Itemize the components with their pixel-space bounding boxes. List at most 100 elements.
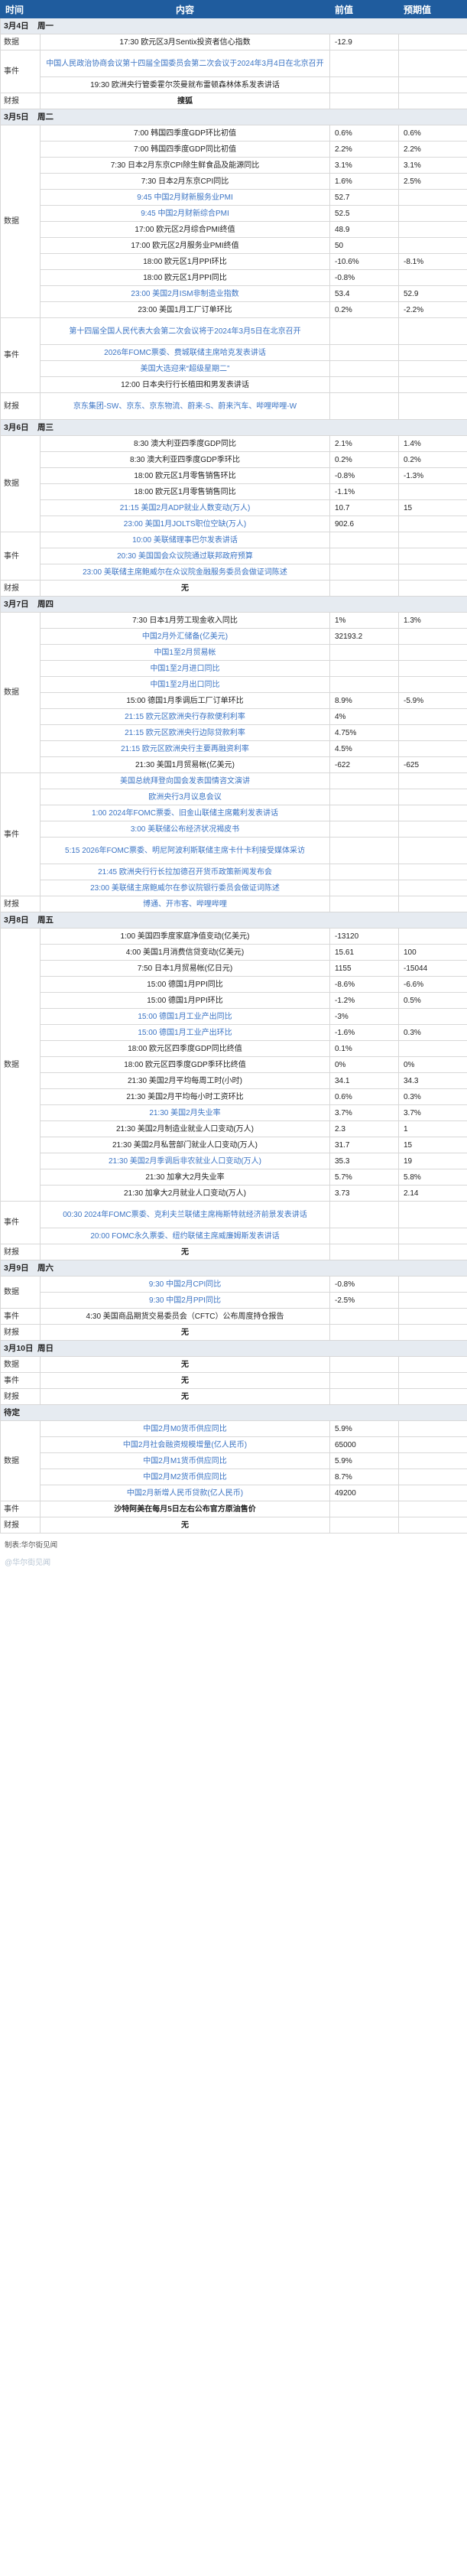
forecast-value: [398, 1517, 467, 1534]
forecast-value: [398, 1372, 467, 1389]
previous-value: 8.7%: [329, 1469, 399, 1485]
previous-value: 34.1: [329, 1072, 399, 1089]
forecast-value: [398, 344, 467, 361]
day-date: 3月5日: [4, 112, 29, 122]
event-text: 无: [40, 580, 330, 597]
calendar-row: 数据 1:00 美国四季度家庭净值变动(亿美元) -13120: [0, 928, 467, 1202]
category-label: 事件: [0, 532, 41, 581]
event-text: 无: [40, 1372, 330, 1389]
calendar-row: 事件 美国总统拜登向国会发表国情咨文演讲: [0, 772, 467, 896]
forecast-value: 100: [398, 944, 467, 961]
event-text: 18:00 欧元区四季度GDP季环比终值: [40, 1056, 330, 1073]
calendar-row: 中国2月社会融资规模增量(亿人民币) 65000: [1, 1436, 467, 1453]
day-weekday: 周四: [37, 599, 54, 609]
event-text: 9:30 中国2月PPI同比: [40, 1292, 330, 1309]
event-text: 20:00 FOMC永久票委、纽约联储主席威廉姆斯发表讲话: [40, 1228, 330, 1244]
forecast-value: [398, 644, 467, 661]
previous-value: [329, 76, 399, 93]
calendar-row: 9:45 中国2月财新综合PMI 52.5: [1, 205, 467, 222]
forecast-value: [398, 548, 467, 564]
previous-value: [329, 880, 399, 896]
table-body: 3月4日 周一 数据 17:30 欧元区3月Sentix投资者信心指数 -12.9 事件中…: [0, 18, 467, 1534]
previous-value: [329, 392, 399, 420]
calendar-row: 23:00 美国1月JOLTS职位空缺(万人) 902.6: [1, 516, 467, 532]
day-weekday: 周六: [37, 1263, 54, 1273]
category-label: 事件: [0, 1201, 41, 1244]
calendar-row: 财报无: [0, 1244, 467, 1260]
calendar-row: 数据 17:30 欧元区3月Sentix投资者信心指数 -12.9: [0, 34, 467, 50]
calendar-row: 21:15 欧元区欧洲央行存款便利利率 4%: [1, 708, 467, 725]
category-label: 事件: [0, 1308, 41, 1325]
forecast-value: [398, 516, 467, 532]
forecast-value: [398, 1308, 467, 1325]
previous-value: [329, 376, 399, 393]
event-text: 博通、开市客、哔哩哔哩: [40, 896, 330, 912]
previous-value: [329, 548, 399, 564]
previous-value: -12.9: [329, 34, 399, 50]
category-label: 财报: [0, 1324, 41, 1341]
event-text: 21:30 加拿大2月失业率: [40, 1169, 330, 1186]
calendar-row: 7:30 日本2月东京CPI除生鲜食品及能源同比 3.1% 3.1%: [1, 157, 467, 174]
category-label: 财报: [0, 580, 41, 597]
category-label: 财报: [0, 1517, 41, 1534]
day-header-cell: 3月10日 周日: [0, 1340, 467, 1357]
calendar-row: 21:30 美国2月失业率 3.7% 3.7%: [1, 1104, 467, 1121]
event-text: 23:00 美国1月工厂订单环比: [40, 301, 330, 318]
previous-value: 4.75%: [329, 724, 399, 741]
previous-value: 4.5%: [329, 740, 399, 757]
forecast-value: [398, 676, 467, 693]
calendar-row: 事件 10:00 美联储理事巴尔发表讲话: [0, 532, 467, 581]
calendar-row: 21:30 美国2月制造业就业人口变动(万人) 2.3 1: [1, 1120, 467, 1137]
forecast-value: [398, 1436, 467, 1453]
calendar-row: 15:00 德国1月季调后工厂订单环比 8.9% -5.9%: [1, 692, 467, 709]
category-label: 事件: [0, 50, 41, 93]
calendar-row: 17:00 欧元区2月综合PMI终值 48.9: [1, 221, 467, 238]
previous-value: [329, 344, 399, 361]
category-label: 数据: [0, 928, 41, 1202]
calendar-page: { "header": {"time": "时间", "content": "内…: [0, 0, 467, 1570]
day-header-row: 3月7日 周四: [0, 596, 467, 613]
event-text: 17:30 欧元区3月Sentix投资者信心指数: [40, 34, 330, 50]
previous-value: [329, 532, 399, 548]
forecast-value: [398, 628, 467, 645]
calendar-row: 事件无: [0, 1372, 467, 1389]
previous-value: 53.4: [329, 285, 399, 302]
calendar-row: 21:30 加拿大2月失业率 5.7% 5.8%: [1, 1169, 467, 1186]
day-date: 3月8日: [4, 915, 29, 925]
event-text: 中国2月外汇储备(亿美元): [40, 628, 330, 645]
category-label: 事件: [0, 772, 41, 896]
calendar-row: 17:00 欧元区2月服务业PMI终值 50: [1, 237, 467, 254]
previous-value: [329, 864, 399, 880]
calendar-row: 数据无: [0, 1356, 467, 1373]
event-text: 18:00 欧元区四季度GDP同比终值: [40, 1040, 330, 1057]
event-text: 美国大选迎来“超级星期二”: [40, 360, 330, 377]
calendar-row: 20:00 FOMC永久票委、纽约联储主席威廉姆斯发表讲话: [1, 1228, 467, 1244]
previous-value: 32193.2: [329, 628, 399, 645]
forecast-value: 1.3%: [398, 612, 467, 629]
forecast-value: [398, 740, 467, 757]
category-label: 财报: [0, 93, 41, 109]
calendar-row: 美国大选迎来“超级星期二”: [1, 360, 467, 377]
forecast-value: [398, 317, 467, 345]
forecast-value: [398, 864, 467, 880]
forecast-value: 0%: [398, 1056, 467, 1073]
previous-value: 2.3: [329, 1120, 399, 1137]
forecast-value: [398, 821, 467, 838]
calendar-row: 21:15 欧元区欧洲央行主要再融资利率 4.5%: [1, 740, 467, 757]
calendar-row: 21:30 加拿大2月就业人口变动(万人) 3.73 2.14: [1, 1185, 467, 1202]
forecast-value: 15: [398, 499, 467, 516]
forecast-value: -6.6%: [398, 976, 467, 993]
calendar-row: 3:00 美联储公布经济状况褐皮书: [1, 821, 467, 838]
event-text: 8:30 澳大利亚四季度GDP同比: [40, 435, 330, 452]
calendar-row: 数据 7:00 韩国四季度GDP环比初值 0.6% 0.6%: [0, 125, 467, 318]
event-text: 20:30 美国国会众议院通过联邦政府预算: [40, 548, 330, 564]
calendar-row: 7:30 日本2月东京CPI同比 1.6% 2.5%: [1, 173, 467, 190]
event-text: 15:00 德国1月PPI环比: [40, 992, 330, 1009]
event-text: 21:30 美国1月贸易帐(亿美元): [40, 756, 330, 773]
previous-value: 1.6%: [329, 173, 399, 190]
forecast-value: [398, 1452, 467, 1469]
event-text: 3:00 美联储公布经济状况褐皮书: [40, 821, 330, 838]
calendar-row: 7:00 韩国四季度GDP同比初值 2.2% 2.2%: [1, 141, 467, 158]
day-header-cell: 3月5日 周二: [0, 109, 467, 125]
event-text: 21:30 美国2月季调后非农就业人口变动(万人): [40, 1153, 330, 1169]
